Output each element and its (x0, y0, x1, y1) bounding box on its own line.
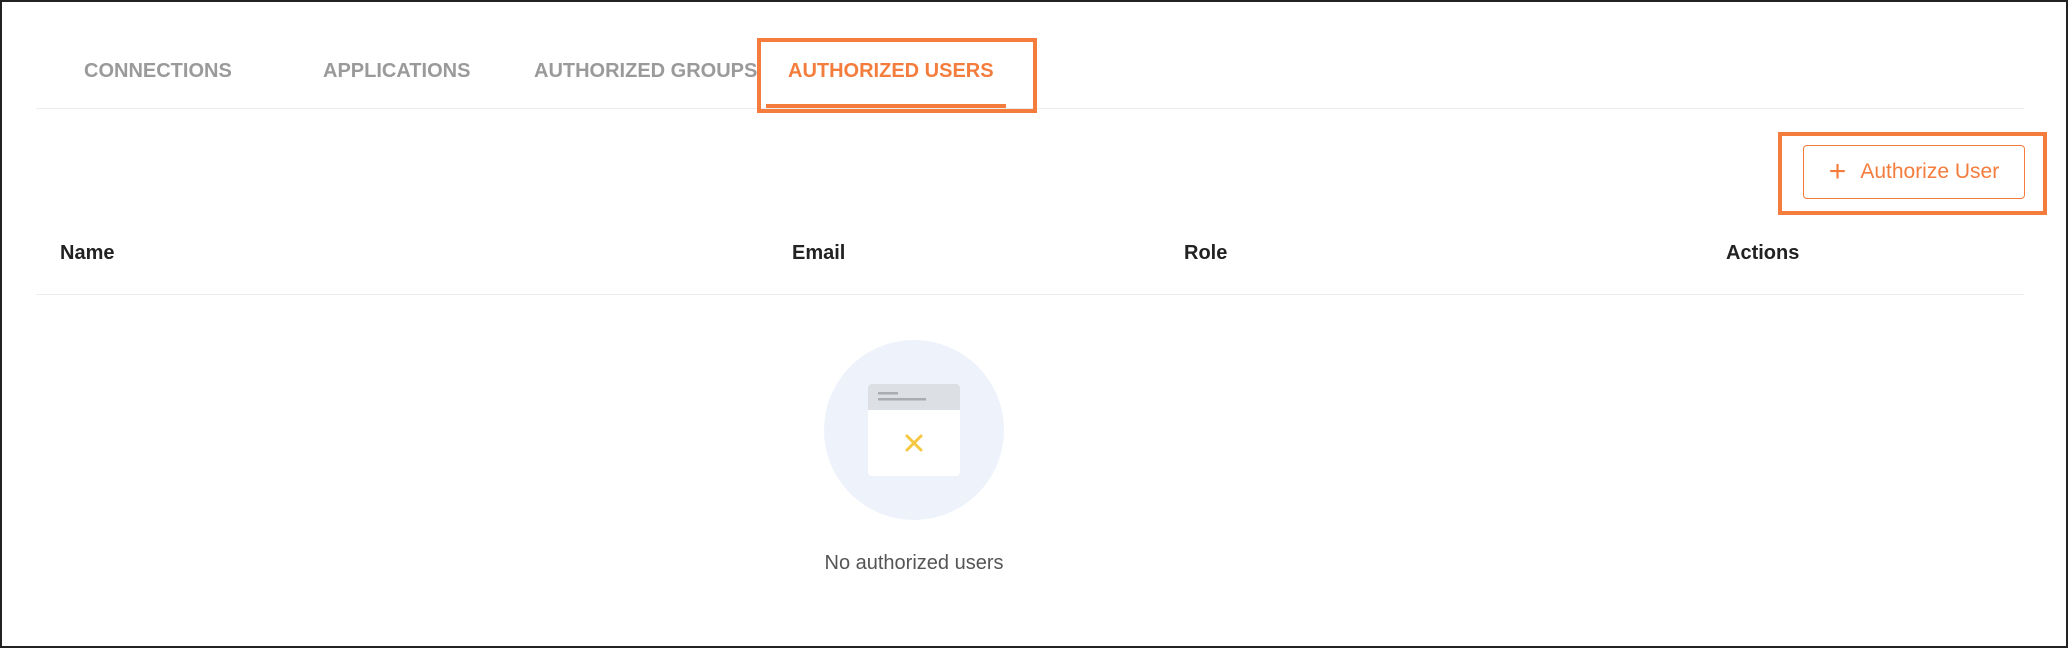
app-frame: CONNECTIONS APPLICATIONS AUTHORIZED GROU… (0, 0, 2068, 648)
tab-highlight-box (757, 38, 1037, 113)
column-header-name: Name (60, 242, 115, 264)
button-highlight-box (1778, 132, 2047, 215)
table-header: Name Email Role Actions (36, 226, 2024, 295)
column-header-role: Role (1184, 242, 1228, 264)
tab-applications[interactable]: APPLICATIONS (323, 60, 470, 83)
empty-list-icon (824, 340, 1004, 520)
tab-connections[interactable]: CONNECTIONS (84, 60, 232, 83)
column-header-email: Email (792, 242, 846, 264)
tab-authorized-groups[interactable]: AUTHORIZED GROUPS (534, 60, 757, 83)
empty-state-message: No authorized users (824, 552, 1004, 574)
column-header-actions: Actions (1726, 242, 1800, 264)
